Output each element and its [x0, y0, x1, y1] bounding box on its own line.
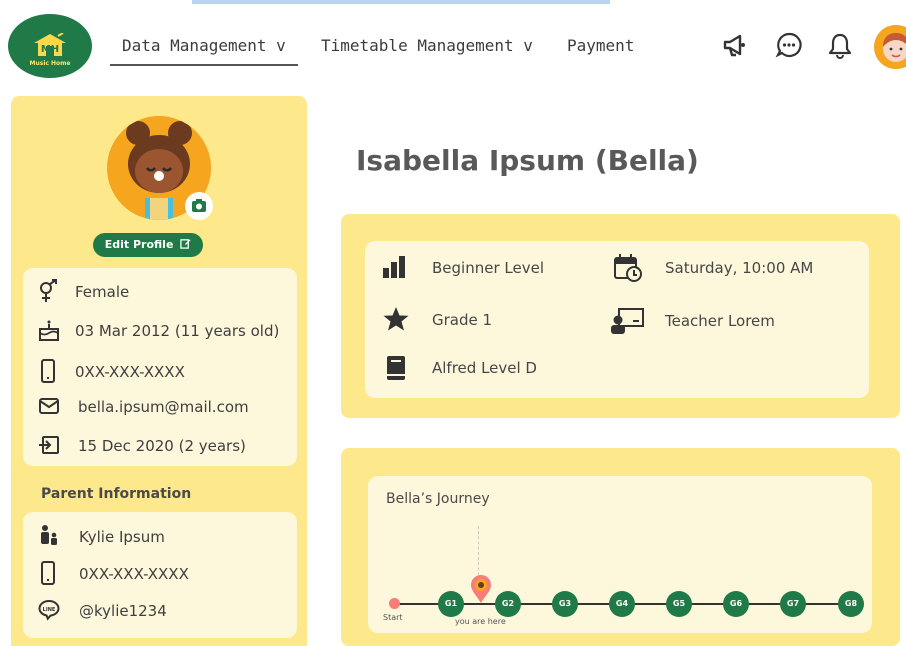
book-icon: [387, 356, 405, 380]
level-value: Beginner Level: [432, 259, 544, 277]
nav-data-management[interactable]: Data Management v: [110, 36, 298, 66]
bar-level-icon: [383, 256, 405, 278]
email-value: bella.ipsum@mail.com: [78, 398, 249, 416]
calendar-clock-icon: [614, 254, 642, 282]
journey-card: Bella’s Journey Start you are here G1 G2…: [368, 476, 872, 633]
student-name-title: Isabella Ipsum (Bella): [356, 144, 699, 177]
nav-timetable-management[interactable]: Timetable Management v: [321, 36, 533, 55]
journey-panel: Bella’s Journey Start you are here G1 G2…: [341, 448, 900, 646]
joined-row: 15 Dec 2020 (2 years): [23, 427, 297, 463]
megaphone-icon[interactable]: [720, 31, 748, 59]
journey-node-g4[interactable]: G4: [609, 591, 635, 617]
line-app-icon: LINE: [38, 599, 60, 621]
sign-in-icon: [39, 436, 59, 454]
parent-info-card: Kylie Ipsum 0XX-XXX-XXXX LINE @kylie1234: [23, 512, 297, 638]
top-navigation-bar: MH Music Home Data Management v Timetabl…: [0, 0, 906, 92]
phone-value: 0XX-XXX-XXXX: [75, 363, 185, 381]
camera-icon: [192, 199, 206, 212]
mail-icon: [39, 398, 59, 414]
book-value: Alfred Level D: [432, 359, 537, 377]
journey-node-g6[interactable]: G6: [723, 591, 749, 617]
user-avatar[interactable]: [874, 25, 906, 69]
grade-value: Grade 1: [432, 311, 493, 329]
gender-icon: [40, 279, 57, 302]
teacher-icon: [611, 308, 644, 334]
parent-phone-value: 0XX-XXX-XXXX: [79, 565, 189, 583]
phone-row: 0XX-XXX-XXXX: [23, 353, 297, 389]
teacher-value: Teacher Lorem: [665, 312, 775, 330]
camera-button[interactable]: [185, 192, 213, 220]
logo-subtitle: Music Home: [29, 60, 71, 67]
svg-text:LINE: LINE: [43, 607, 56, 613]
parent-line-row: LINE @kylie1234: [23, 592, 297, 628]
bell-icon[interactable]: [826, 31, 854, 59]
edit-profile-button[interactable]: Edit Profile: [93, 233, 203, 257]
student-profile-sidebar: Edit Profile Female 03 Mar 2012 (11 year…: [11, 96, 307, 646]
music-home-logo[interactable]: MH Music Home: [8, 14, 92, 78]
birthdate-value: 03 Mar 2012 (11 years old): [75, 322, 280, 340]
parent-name-value: Kylie Ipsum: [79, 528, 165, 546]
gender-value: Female: [75, 283, 130, 301]
birthdate-row: 03 Mar 2012 (11 years old): [23, 312, 297, 348]
journey-title: Bella’s Journey: [386, 491, 490, 507]
logo-mark: MH: [40, 44, 60, 55]
phone-icon: [41, 359, 55, 383]
personal-info-card: Female 03 Mar 2012 (11 years old) 0XX-XX…: [23, 268, 297, 466]
student-details-panel: Beginner Level Grade 1 Alfred Level D Sa…: [341, 214, 900, 418]
student-details-card: Beginner Level Grade 1 Alfred Level D Sa…: [365, 241, 869, 398]
you-are-here-marker-icon: [471, 575, 491, 603]
email-row: bella.ipsum@mail.com: [23, 388, 297, 424]
edit-profile-label: Edit Profile: [104, 238, 174, 251]
parent-name-row: Kylie Ipsum: [23, 518, 297, 554]
journey-node-g3[interactable]: G3: [552, 591, 578, 617]
parent-phone-row: 0XX-XXX-XXXX: [23, 555, 297, 591]
family-icon: [41, 525, 57, 545]
parent-info-heading: Parent Information: [41, 486, 192, 502]
journey-start-dot: [389, 598, 400, 609]
journey-node-g8[interactable]: G8: [838, 591, 864, 617]
joined-value: 15 Dec 2020 (2 years): [78, 437, 246, 455]
parent-line-value: @kylie1234: [79, 602, 167, 620]
girl-avatar-icon: [874, 25, 906, 69]
nav-payment[interactable]: Payment: [567, 36, 634, 55]
gender-row: Female: [23, 273, 297, 309]
you-are-here-label: you are here: [455, 617, 506, 626]
star-icon: [383, 307, 409, 331]
chat-icon[interactable]: [775, 31, 803, 59]
journey-node-g2[interactable]: G2: [495, 591, 521, 617]
journey-node-g7[interactable]: G7: [780, 591, 806, 617]
journey-node-g5[interactable]: G5: [666, 591, 692, 617]
journey-node-g1[interactable]: G1: [438, 591, 464, 617]
top-blue-strip: [192, 0, 610, 4]
phone-icon: [41, 561, 55, 585]
schedule-value: Saturday, 10:00 AM: [665, 259, 814, 277]
birthday-cake-icon: [39, 320, 59, 341]
journey-start-label: Start: [383, 613, 403, 622]
edit-icon: [180, 239, 191, 249]
